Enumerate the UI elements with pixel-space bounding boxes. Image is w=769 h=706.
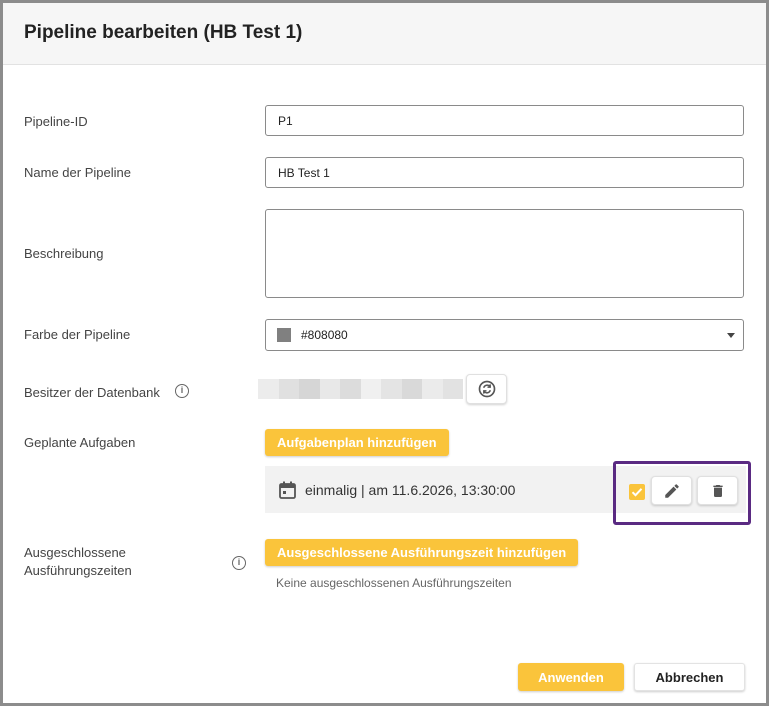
- refresh-icon: [478, 380, 495, 398]
- description-textarea[interactable]: [265, 209, 744, 298]
- refresh-owner-button[interactable]: [466, 374, 507, 404]
- calendar-icon: [279, 481, 296, 499]
- apply-button[interactable]: Anwenden: [518, 663, 624, 691]
- schedule-active-checkbox[interactable]: [629, 484, 645, 500]
- color-swatch: [277, 328, 291, 342]
- scheduled-tasks-label: Geplante Aufgaben: [24, 435, 136, 450]
- pipeline-name-input[interactable]: [265, 157, 744, 188]
- pencil-icon: [664, 483, 679, 498]
- pipeline-id-input[interactable]: [265, 105, 744, 136]
- trash-icon: [712, 484, 723, 497]
- edit-schedule-button[interactable]: [651, 476, 692, 505]
- db-owner-value-redacted: [258, 379, 463, 399]
- db-owner-label: Besitzer der Datenbank: [24, 385, 160, 400]
- check-icon: [631, 488, 643, 497]
- excluded-times-label-line1: Ausgeschlossene: [24, 545, 126, 560]
- cancel-button[interactable]: Abbrechen: [634, 663, 745, 691]
- dialog-title: Pipeline bearbeiten (HB Test 1): [24, 22, 303, 43]
- add-excluded-time-button[interactable]: Ausgeschlossene Ausführungszeit hinzufüg…: [265, 539, 579, 566]
- schedule-description: einmalig | am 11.6.2026, 13:30:00: [305, 482, 516, 498]
- pipeline-name-label: Name der Pipeline: [24, 165, 131, 180]
- edit-pipeline-dialog: Pipeline bearbeiten (HB Test 1) Pipeline…: [0, 0, 769, 706]
- add-schedule-button[interactable]: Aufgabenplan hinzufügen: [265, 429, 449, 456]
- delete-schedule-button[interactable]: [697, 476, 738, 505]
- info-icon[interactable]: i: [175, 384, 189, 398]
- excluded-times-empty-note: Keine ausgeschlossenen Ausführungszeiten: [276, 576, 512, 590]
- excluded-times-label-line2: Ausführungszeiten: [24, 563, 132, 578]
- pipeline-color-select[interactable]: #808080: [265, 319, 744, 351]
- pipeline-color-value: #808080: [301, 328, 348, 342]
- dialog-header: Pipeline bearbeiten (HB Test 1): [3, 3, 766, 65]
- chevron-down-icon: [727, 333, 735, 338]
- pipeline-id-label: Pipeline-ID: [24, 114, 88, 129]
- description-label: Beschreibung: [24, 246, 104, 261]
- info-icon[interactable]: i: [232, 556, 246, 570]
- pipeline-color-label: Farbe der Pipeline: [24, 327, 131, 342]
